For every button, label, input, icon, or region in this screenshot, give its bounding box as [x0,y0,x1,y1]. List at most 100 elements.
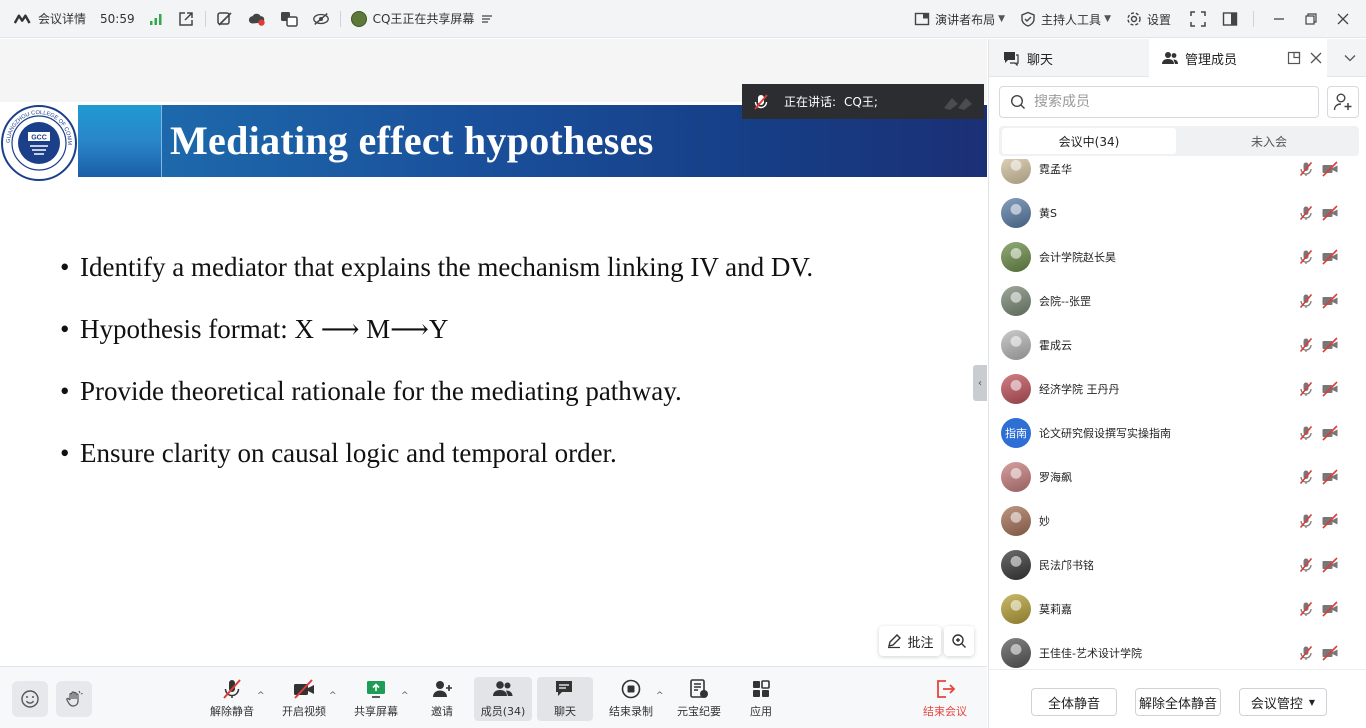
smile-icon [20,689,40,709]
eye-hidden-icon[interactable] [312,10,330,28]
close-icon[interactable] [1334,10,1352,28]
search-input[interactable] [1034,94,1294,110]
sharing-status[interactable]: CQ王正在共享屏幕 [350,0,497,38]
tab-chat[interactable]: 聊天 [989,39,1149,77]
member-row[interactable]: 霓孟华 [989,159,1366,191]
camera-off-icon[interactable] [1321,557,1339,573]
meeting-toolbar: 解除静音 ^ 开启视频 ^ 共享屏幕 ^ 邀请 成员(34) 聊天 结束录制 ^… [0,666,987,728]
collapse-panel-handle[interactable]: ‹ [973,365,987,401]
member-name: 会计学院赵长昊 [1039,251,1116,264]
mic-muted-icon[interactable] [1298,513,1314,529]
translate-icon[interactable] [280,10,298,28]
mic-muted-icon[interactable] [1298,469,1314,485]
member-row[interactable]: 会计学院赵长昊 [989,235,1366,279]
host-tools-button[interactable]: 主持人工具 ▼ [1019,0,1111,38]
end-meeting-button[interactable]: 结束会议 [920,677,970,723]
unmute-button[interactable]: 解除静音 [208,677,256,723]
minimize-icon[interactable] [1270,10,1288,28]
camera-off-icon[interactable] [1321,601,1339,617]
divider [339,10,341,27]
camera-off-icon[interactable] [1321,425,1339,441]
camera-off-icon[interactable] [1321,293,1339,309]
member-row[interactable]: 黄S [989,191,1366,235]
member-row[interactable]: 王佳佳-艺术设计学院 [989,631,1366,669]
mic-muted-icon[interactable] [1298,249,1314,265]
mic-muted-icon[interactable] [1298,381,1314,397]
end-recording-button[interactable]: 结束录制 [607,677,655,723]
voice-disabled-icon[interactable] [216,10,234,28]
seg-in-meeting[interactable]: 会议中(34) [1002,128,1176,154]
meeting-control-button[interactable]: 会议管控 ▼ [1239,688,1327,716]
member-row[interactable]: 经济学院 王丹丹 [989,367,1366,411]
settings-label: 设置 [1146,12,1171,27]
mic-muted-icon[interactable] [1298,645,1314,661]
member-row[interactable]: 会院--张罡 [989,279,1366,323]
chat-button[interactable]: 聊天 [537,677,593,721]
zoom-button[interactable] [944,626,974,656]
chevron-up-icon[interactable]: ^ [401,691,409,701]
popout-icon[interactable] [1287,51,1301,65]
mic-muted-icon[interactable] [1298,161,1314,177]
member-search-box[interactable] [999,86,1319,118]
camera-off-icon[interactable] [1321,513,1339,529]
member-row[interactable]: 罗海飙 [989,455,1366,499]
close-icon[interactable] [1309,51,1323,65]
meeting-details-button[interactable]: 会议详情 [14,0,86,38]
member-name: 会院--张罡 [1039,295,1091,308]
yuanbao-notes-button[interactable]: 元宝纪要 [675,677,723,723]
signal-strength-icon[interactable] [147,10,165,28]
mic-muted-icon[interactable] [1298,425,1314,441]
camera-off-icon [292,677,316,701]
mic-muted-icon [752,93,770,111]
mic-muted-icon[interactable] [1298,557,1314,573]
mic-muted-icon[interactable] [1298,205,1314,221]
camera-off-icon[interactable] [1321,469,1339,485]
member-name: 民法邝书铭 [1039,559,1094,572]
external-link-icon[interactable] [177,10,195,28]
seg-not-joined[interactable]: 未入会 [1182,128,1356,154]
mic-muted-icon[interactable] [1298,601,1314,617]
panel-menu-button[interactable] [1335,39,1365,77]
settings-button[interactable]: 设置 [1125,0,1171,38]
camera-off-icon[interactable] [1321,337,1339,353]
member-row[interactable]: 指南 论文研究假设撰写实操指南 [989,411,1366,455]
tab-manage-members[interactable]: 管理成员 [1149,39,1327,77]
raise-hand-button[interactable] [56,681,92,717]
camera-off-icon[interactable] [1321,205,1339,221]
member-row[interactable]: 民法邝书铭 [989,543,1366,587]
camera-off-icon[interactable] [1321,249,1339,265]
member-row[interactable]: 霍成云 [989,323,1366,367]
chevron-up-icon[interactable]: ^ [257,691,265,701]
share-screen-button[interactable]: 共享屏幕 [352,677,400,723]
bullet-item: • Provide theoretical rationale for the m… [60,376,682,406]
members-button[interactable]: 成员(34) [474,677,532,721]
presenter-layout-button[interactable]: 演讲者布局 ▼ [913,0,1005,38]
unmute-all-button[interactable]: 解除全体静音 [1135,688,1221,716]
restore-icon[interactable] [1302,10,1320,28]
camera-off-icon[interactable] [1321,645,1339,661]
member-avatar [1001,462,1031,492]
mic-muted-icon[interactable] [1298,337,1314,353]
member-row[interactable]: 妙 [989,499,1366,543]
sidebar-toggle-icon[interactable] [1221,10,1239,28]
camera-off-icon[interactable] [1321,161,1339,177]
apps-button[interactable]: 应用 [746,677,776,723]
camera-off-icon[interactable] [1321,381,1339,397]
invite-button[interactable]: 邀请 [424,677,460,723]
mute-all-button[interactable]: 全体静音 [1031,688,1117,716]
fullscreen-icon[interactable] [1189,10,1207,28]
annotate-button[interactable]: 批注 [879,626,941,656]
start-video-button[interactable]: 开启视频 [280,677,328,723]
chevron-up-icon[interactable]: ^ [329,691,337,701]
member-row[interactable]: 莫莉嘉 [989,587,1366,631]
hand-icon [64,689,84,709]
add-member-button[interactable] [1327,86,1359,118]
member-avatar [1001,286,1031,316]
cloud-icon[interactable] [248,10,266,28]
banner-accent-block [78,105,162,177]
member-name: 霓孟华 [1039,163,1072,176]
chat-icon [1003,50,1019,66]
chevron-up-icon[interactable]: ^ [656,691,664,701]
mic-muted-icon[interactable] [1298,293,1314,309]
reaction-button[interactable] [12,681,48,717]
